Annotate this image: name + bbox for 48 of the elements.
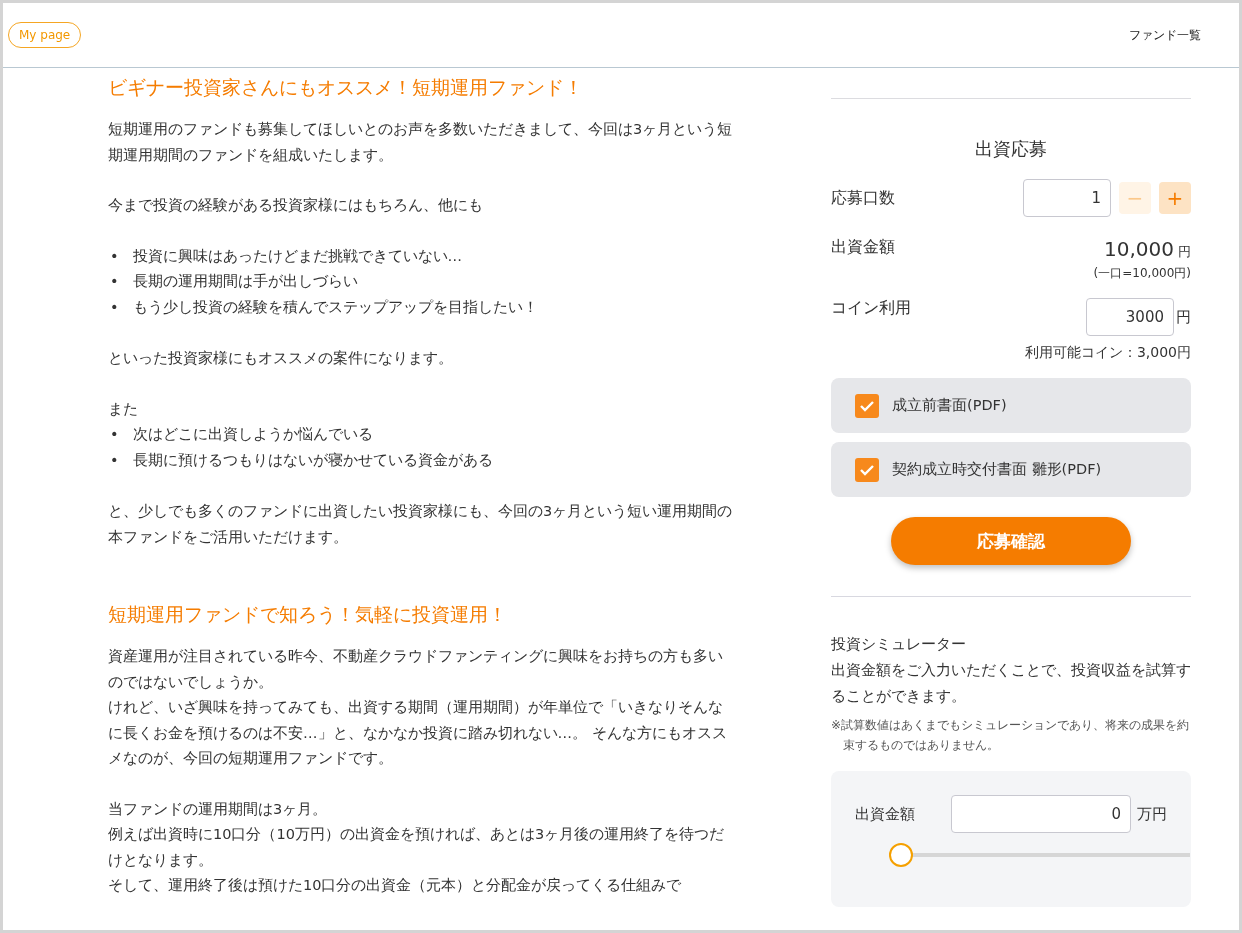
check-icon (859, 463, 875, 476)
nav-link[interactable]: ファンド一覧 (1129, 26, 1201, 44)
bullet-marker: • (109, 450, 119, 470)
document-checkbox[interactable]: 契約成立時交付書面 雛形(PDF) (831, 442, 1191, 497)
slider-thumb[interactable] (889, 843, 913, 867)
unit-label: 万円 (1137, 804, 1167, 824)
unit-price-note: (一口=10,000円) (1092, 265, 1191, 282)
paragraph: 短期運用のファンドも募集してほしいとのお声を多数いただきまして、今回は3ヶ月という短期運用期間のファンドを組成いたします。 (108, 120, 733, 165)
document-checkbox[interactable]: 成立前書面(PDF) (831, 378, 1191, 433)
paragraph: また (108, 399, 139, 419)
paragraph: そして、運用終了後は預けた10口分の出資金（元本）と分配金が戻ってくる仕組みで (108, 876, 683, 895)
paragraph: 当ファンドの運用期間は3ヶ月。 (108, 799, 329, 819)
section-heading: ビギナー投資家さんにもオススメ！短期運用ファンド！ (108, 75, 584, 100)
section-title: 出資応募 (974, 137, 1048, 161)
bullet-item: 次はどこに出資しようか悩んでいる (132, 425, 373, 444)
simulator-title: 投資シミュレーター (831, 635, 967, 654)
section-heading: 短期運用ファンドで知ろう！気軽に投資運用！ (108, 602, 508, 627)
coin-field[interactable]: 3000 (1086, 298, 1174, 336)
document-label: 契約成立時交付書面 雛形(PDF) (892, 460, 1102, 479)
bullet-marker: • (109, 425, 119, 444)
available-coins: 利用可能コイン：3,000円 (1023, 344, 1191, 362)
paragraph: 今まで投資の経験がある投資家様にはもちろん、他にも (108, 196, 484, 215)
bullet-item: 長期の運用期間は手が出しづらい (132, 272, 358, 291)
check-icon (859, 399, 875, 412)
bullet-item: 長期に預けるつもりはないが寝かせている資金がある (132, 450, 493, 470)
bullet-marker: • (109, 246, 119, 266)
bullet-item: もう少し投資の経験を積んでステップアップを目指したい！ (132, 297, 538, 317)
checkbox[interactable] (855, 457, 879, 482)
amount-value: 10,000 円 (1104, 237, 1191, 261)
paragraph: といった投資家様にもオススメの案件になります。 (108, 349, 454, 368)
amount-label: 出資金額 (855, 804, 915, 824)
amount-field[interactable]: 0 (951, 795, 1131, 833)
units-field[interactable]: 1 (1023, 179, 1111, 217)
bullet-marker: • (109, 272, 119, 291)
paragraph: と、少しでも多くのファンドに出資したい投資家様にも、今回の3ヶ月という短い運用期間の本ファンドをご活用いただけます。 (108, 502, 733, 547)
checkbox[interactable] (855, 393, 879, 418)
document-label: 成立前書面(PDF) (892, 396, 1007, 415)
disclaimer-note: ※試算数値はあくまでもシミュレーションであり、将来の成果を約束するものではありません。 (831, 717, 1191, 754)
units-label: 応募口数 (831, 187, 895, 209)
paragraph: 資産運用が注目されている昨今、不動産クラウドファンティングに興味をお持ちの方も多いのではないでしょうか。 (108, 647, 724, 692)
bullet-marker: • (109, 297, 119, 317)
unit-label: 円 (1176, 307, 1191, 327)
paragraph: 例えば出資時に10口分（10万円）の出資金を預ければ、あとは3ヶ月後の運用終了を待つだけとなります。 (108, 825, 726, 870)
simulator-description: 出資金額をご入力いただくことで、投資収益を試算することができます。 (831, 661, 1191, 706)
amount-label: 出資金額 (831, 237, 895, 258)
paragraph: けれど、いざ興味を持ってみても、出資する期間（運用期間）が年単位で「いきなりそんなに長くお金を預けるのは不安…」と、なかなか投資に踏み切れない…。 そんな方にもオススメなのが、今回の短期運用ファンドです。 (108, 698, 728, 768)
coin-label: コイン利用 (831, 298, 911, 319)
bullet-item: 投資に興味はあったけどまだ挑戦できていない… (132, 246, 463, 266)
